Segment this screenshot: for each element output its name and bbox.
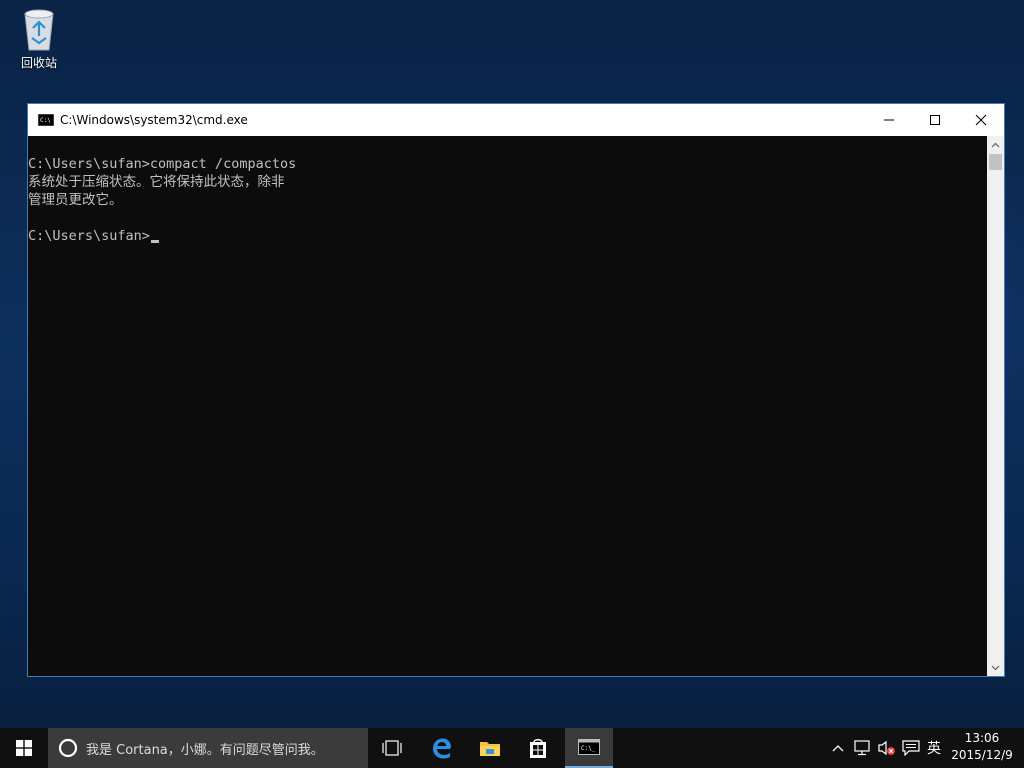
- svg-text:C:\: C:\: [40, 117, 51, 124]
- edge-taskbar-button[interactable]: [418, 728, 466, 768]
- file-explorer-taskbar-button[interactable]: [466, 728, 514, 768]
- volume-tray-button[interactable]: [876, 728, 898, 768]
- clock-date: 2015/12/9: [951, 748, 1013, 762]
- console-prompt: C:\Users\sufan>: [28, 228, 150, 244]
- chevron-down-icon: [991, 665, 1000, 670]
- file-explorer-icon: [480, 742, 500, 756]
- scrollbar-thumb[interactable]: [989, 154, 1002, 170]
- action-center-button[interactable]: [900, 728, 922, 768]
- store-icon: [530, 739, 546, 758]
- window-titlebar[interactable]: C:\ C:\Windows\system32\cmd.exe: [28, 104, 1004, 136]
- scroll-up-button[interactable]: [987, 136, 1004, 153]
- cmd-taskbar-button[interactable]: C:\_: [565, 728, 613, 768]
- cmd-window-icon: C:\: [38, 114, 54, 126]
- console-prompt-line[interactable]: C:\Users\sufan>: [28, 227, 987, 245]
- search-placeholder: 我是 Cortana，小娜。有问题尽管问我。: [86, 742, 324, 758]
- cortana-search-box[interactable]: 我是 Cortana，小娜。有问题尽管问我。: [48, 728, 368, 768]
- network-tray-button[interactable]: [852, 728, 874, 768]
- notification-icon: [902, 740, 920, 756]
- console-output[interactable]: C:\Users\sufan>compact /compactos 系统处于压缩…: [28, 136, 987, 676]
- edge-icon: [433, 738, 451, 759]
- chevron-up-icon: [832, 745, 844, 752]
- chevron-up-icon: [991, 142, 1000, 147]
- cmd-icon: C:\_: [578, 739, 600, 755]
- close-button[interactable]: [958, 104, 1004, 136]
- clock[interactable]: 13:06 2015/12/9: [948, 730, 1016, 764]
- show-hidden-icons-button[interactable]: [828, 728, 848, 768]
- recycle-bin-label: 回收站: [20, 56, 57, 70]
- text-cursor: [150, 240, 159, 243]
- store-taskbar-button[interactable]: [514, 728, 562, 768]
- console-line: 系统处于压缩状态。它将保持此状态，除非: [28, 174, 285, 190]
- minimize-icon: [884, 119, 894, 121]
- console-line: 管理员更改它。: [28, 192, 123, 208]
- recycle-bin-icon: [24, 9, 54, 51]
- recycle-bin-desktop-icon[interactable]: 回收站: [10, 6, 68, 71]
- clock-time: 13:06: [964, 731, 1000, 745]
- taskbar: 我是 Cortana，小娜。有问题尽管问我。 C:\_ 英 13:06 2015…: [0, 728, 1024, 768]
- start-button[interactable]: [0, 728, 48, 768]
- svg-text:C:\_: C:\_: [581, 745, 596, 752]
- window-title: C:\Windows\system32\cmd.exe: [60, 113, 248, 127]
- maximize-button[interactable]: [912, 104, 958, 136]
- minimize-button[interactable]: [866, 104, 912, 136]
- scroll-down-button[interactable]: [987, 659, 1004, 676]
- close-icon: [975, 114, 987, 126]
- task-view-icon: [382, 740, 402, 756]
- task-view-button[interactable]: [368, 728, 416, 768]
- cortana-icon: [58, 738, 78, 758]
- windows-logo-icon: [16, 740, 32, 756]
- maximize-icon: [930, 115, 940, 125]
- cmd-window[interactable]: C:\ C:\Windows\system32\cmd.exe C:\Users…: [27, 103, 1005, 677]
- vertical-scrollbar[interactable]: [987, 136, 1004, 676]
- network-icon: [854, 740, 870, 756]
- console-line: C:\Users\sufan>compact /compactos: [28, 156, 297, 172]
- input-method-indicator[interactable]: 英: [922, 728, 946, 768]
- volume-muted-icon: [878, 740, 895, 756]
